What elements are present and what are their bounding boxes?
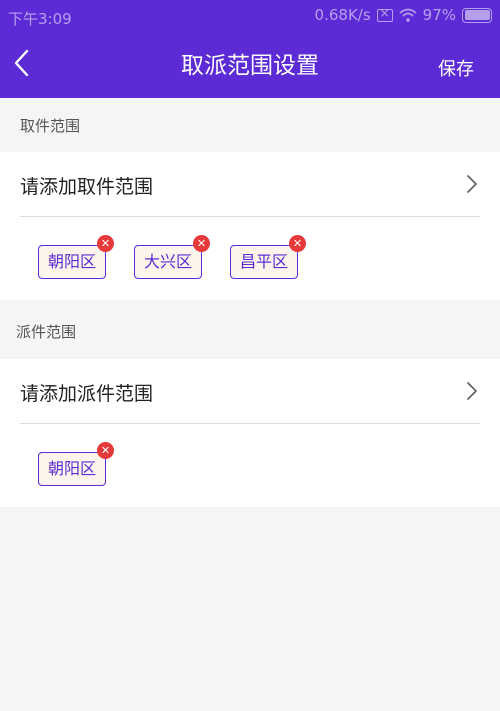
add-dispatch-range-label: 请添加派件范围 xyxy=(20,383,154,405)
page-title: 取派范围设置 xyxy=(181,53,319,79)
battery-icon xyxy=(462,7,492,23)
status-time: 下午3:09 xyxy=(8,10,72,28)
chevron-right-icon xyxy=(467,175,477,193)
pickup-section-label: 取件范围 xyxy=(20,117,81,135)
remove-icon[interactable]: ✕ xyxy=(97,235,115,252)
divider xyxy=(20,216,480,217)
save-button[interactable]: 保存 xyxy=(438,55,474,81)
network-speed: 0.68K/s xyxy=(314,6,371,24)
remove-icon[interactable]: ✕ xyxy=(193,235,211,252)
pickup-card: 请添加取件范围 朝阳区 ✕ 大兴区 ✕ 昌平区 ✕ xyxy=(0,152,500,300)
remove-icon[interactable]: ✕ xyxy=(289,235,307,252)
status-indicators: 0.68K/s 97% xyxy=(315,6,492,24)
battery-percent: 97% xyxy=(422,6,456,24)
pickup-tag-label: 昌平区 xyxy=(240,252,289,271)
add-pickup-range-label: 请添加取件范围 xyxy=(20,176,154,198)
dispatch-card: 请添加派件范围 朝阳区 ✕ xyxy=(0,359,500,507)
add-dispatch-range-row[interactable]: 请添加派件范围 xyxy=(0,359,500,423)
status-bar: 下午3:09 0.68K/s 97% xyxy=(0,0,500,34)
pickup-tag: 大兴区 ✕ xyxy=(134,235,211,279)
wifi-icon xyxy=(399,8,417,22)
no-sim-icon xyxy=(376,6,393,22)
app-header: 下午3:09 0.68K/s 97% 取派范围设置 保存 xyxy=(0,0,500,98)
nav-bar: 取派范围设置 保存 xyxy=(0,34,500,98)
dispatch-tag-label: 朝阳区 xyxy=(48,459,97,478)
pickup-tag-label: 大兴区 xyxy=(144,252,193,271)
chevron-right-icon xyxy=(467,382,477,400)
dispatch-tag: 朝阳区 ✕ xyxy=(38,442,115,486)
pickup-tag: 朝阳区 ✕ xyxy=(38,235,115,279)
divider xyxy=(20,423,480,424)
dispatch-section-label: 派件范围 xyxy=(16,323,77,341)
pickup-tag: 昌平区 ✕ xyxy=(230,235,307,279)
pickup-tag-label: 朝阳区 xyxy=(48,252,97,271)
add-pickup-range-row[interactable]: 请添加取件范围 xyxy=(0,152,500,216)
remove-icon[interactable]: ✕ xyxy=(97,442,115,459)
